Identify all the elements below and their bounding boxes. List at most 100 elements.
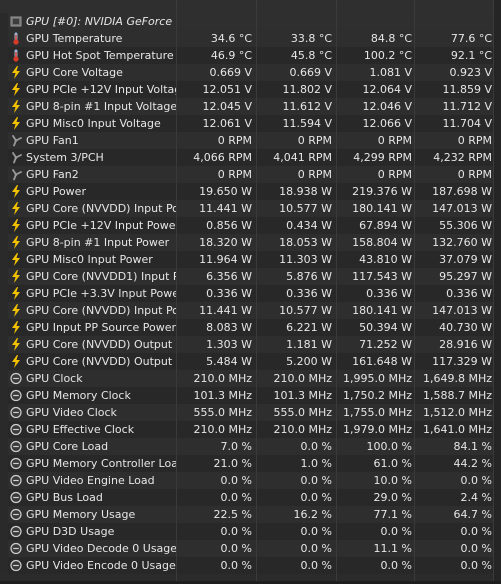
sensor-row[interactable]: GPU Core (NVVDD) Output P... 1.303 W 1.181…: [0, 336, 501, 353]
current-value: 6.356 W: [206, 270, 252, 283]
current-value: 4,066 RPM: [193, 151, 252, 164]
row-gutter: [0, 489, 8, 506]
column-divider: [414, 0, 415, 13]
sensor-row[interactable]: GPU 8-pin #1 Input Voltage 12.045 V 11.612…: [0, 98, 501, 115]
sensor-label: GPU Memory Controller Load: [26, 457, 176, 470]
average-value: 0.0 %: [460, 525, 492, 538]
sensor-label: GPU PCIe +3.3V Input Powe...: [26, 287, 176, 300]
sensor-group-header[interactable]: GPU [#0]: NVIDIA GeForce ...: [0, 13, 501, 30]
minimum-value: 0.0 %: [300, 491, 332, 504]
current-value: 0.856 W: [206, 219, 252, 232]
current-value: 0 RPM: [217, 168, 252, 181]
sensor-row[interactable]: GPU Effective Clock 210.0 MHz 210.0 MHz 1,9…: [0, 421, 501, 438]
current-value: 12.045 V: [202, 100, 252, 113]
row-gutter: [0, 370, 8, 387]
sensor-row[interactable]: GPU Core (NVVDD) Input Po... 11.441 W 10.5…: [0, 200, 501, 217]
sensor-label: GPU Effective Clock: [26, 423, 135, 436]
minimum-value: 0.669 V: [289, 66, 332, 79]
sensor-label: GPU Core (NVVDD) Input Po...: [26, 202, 176, 215]
sensor-row[interactable]: GPU Memory Controller Load 21.0 % 1.0 % 61.…: [0, 455, 501, 472]
sensor-row[interactable]: GPU Video Decode 0 Usage 0.0 % 0.0 % 11.1 %…: [0, 540, 501, 557]
maximum-value: 12.046 V: [362, 100, 412, 113]
column-divider: [336, 13, 337, 584]
sensor-grid: GPU [#0]: NVIDIA GeForce ... GPU Tempera…: [0, 13, 501, 574]
row-gutter: [0, 64, 8, 81]
average-value: 4,232 RPM: [433, 151, 492, 164]
maximum-value: 1,750.2 MHz: [342, 389, 412, 402]
sensor-row[interactable]: GPU Core (NVVDD) Output P... 5.484 W 5.200…: [0, 353, 501, 370]
sensor-row[interactable]: GPU Video Clock 555.0 MHz 555.0 MHz 1,755.0…: [0, 404, 501, 421]
sensor-row[interactable]: GPU Video Encode 0 Usage 0.0 % 0.0 % 0.0 % 0…: [0, 557, 501, 574]
sensor-label: GPU Core Load: [26, 440, 109, 453]
sensor-label: GPU Misc0 Input Power: [26, 253, 153, 266]
current-value: 101.3 MHz: [193, 389, 252, 402]
clock-icon: [10, 559, 22, 572]
sensor-row[interactable]: GPU Core Load 7.0 % 0.0 % 100.0 % 84.1 %: [0, 438, 501, 455]
sensor-row[interactable]: GPU Video Engine Load 0.0 % 0.0 % 10.0 % 0.0…: [0, 472, 501, 489]
row-gutter: [0, 523, 8, 540]
current-value: 12.061 V: [202, 117, 252, 130]
column-divider: [256, 0, 257, 13]
sensor-row[interactable]: GPU PCIe +12V Input Power 0.856 W 0.434 W 6…: [0, 217, 501, 234]
lightning-icon: [12, 185, 20, 198]
row-gutter: [0, 540, 8, 557]
sensor-row[interactable]: GPU Memory Clock 101.3 MHz 101.3 MHz 1,750.…: [0, 387, 501, 404]
current-value: 1.303 W: [206, 338, 252, 351]
minimum-value: 18.053 W: [279, 236, 332, 249]
minimum-value: 1.0 %: [300, 457, 332, 470]
fan-icon: [12, 152, 22, 164]
sensor-label: GPU Core (NVVDD) Input Po...: [26, 304, 176, 317]
minimum-value: 33.8 °C: [290, 32, 332, 45]
sensor-row[interactable]: GPU Core (NVVDD) Input Po... 11.441 W 10.5…: [0, 302, 501, 319]
lightning-icon: [12, 117, 20, 130]
sensor-row[interactable]: GPU Temperature 34.6 °C 33.8 °C 84.8 °C 77.6…: [0, 30, 501, 47]
average-value: 77.6 °C: [450, 32, 492, 45]
maximum-value: 158.804 W: [352, 236, 412, 249]
average-value: 1,588.7 MHz: [422, 389, 492, 402]
sensor-row[interactable]: GPU Core Voltage 0.669 V 0.669 V 1.081 V 0.9…: [0, 64, 501, 81]
sensor-row[interactable]: GPU Memory Usage 22.5 % 16.2 % 77.1 % 64.7 %: [0, 506, 501, 523]
minimum-value: 11.594 V: [282, 117, 332, 130]
sensor-row[interactable]: GPU Clock 210.0 MHz 210.0 MHz 1,995.0 MHz 1,…: [0, 370, 501, 387]
sensor-row[interactable]: System 3/PCH 4,066 RPM 4,041 RPM 4,299 RPM 4…: [0, 149, 501, 166]
sensor-row[interactable]: GPU Fan2 0 RPM 0 RPM 0 RPM 0 RPM: [0, 166, 501, 183]
average-value: 11.704 V: [442, 117, 492, 130]
row-gutter: [0, 149, 8, 166]
row-gutter: [0, 13, 8, 30]
sensor-row[interactable]: GPU PCIe +3.3V Input Powe... 0.336 W 0.336…: [0, 285, 501, 302]
maximum-value: 4,299 RPM: [353, 151, 412, 164]
sensor-row[interactable]: GPU Power 19.650 W 18.938 W 219.376 W 187.69…: [0, 183, 501, 200]
row-gutter: [0, 404, 8, 421]
sensor-row[interactable]: GPU Hot Spot Temperature 46.9 °C 45.8 °C 10…: [0, 47, 501, 64]
sensor-row[interactable]: GPU Bus Load 0.0 % 0.0 % 29.0 % 2.4 %: [0, 489, 501, 506]
average-value: 40.730 W: [439, 321, 492, 334]
maximum-value: 11.1 %: [373, 542, 412, 555]
sensor-row[interactable]: GPU Misc0 Input Voltage 12.061 V 11.594 V 1…: [0, 115, 501, 132]
row-gutter: [0, 336, 8, 353]
maximum-value: 61.0 %: [373, 457, 412, 470]
sensor-row[interactable]: GPU Fan1 0 RPM 0 RPM 0 RPM 0 RPM: [0, 132, 501, 149]
sensor-label: GPU Temperature: [26, 32, 123, 45]
fan-icon: [12, 135, 22, 147]
column-divider: [176, 13, 177, 584]
thermometer-icon: [13, 32, 19, 45]
sensor-row[interactable]: GPU Core (NVVDD1) Input P... 6.356 W 5.876…: [0, 268, 501, 285]
sensor-row[interactable]: GPU 8-pin #1 Input Power 18.320 W 18.053 W…: [0, 234, 501, 251]
row-gutter: [0, 115, 8, 132]
vertical-scrollbar[interactable]: [494, 0, 501, 584]
current-value: 11.441 W: [199, 304, 252, 317]
lightning-icon: [12, 253, 20, 266]
sensor-label: GPU Fan1: [26, 134, 79, 147]
sensor-row[interactable]: GPU Input PP Source Power ... 8.083 W 6.22…: [0, 319, 501, 336]
minimum-value: 210.0 MHz: [273, 372, 332, 385]
sensor-row[interactable]: GPU PCIe +12V Input Voltage 12.051 V 11.80…: [0, 81, 501, 98]
sensor-row[interactable]: GPU Misc0 Input Power 11.964 W 11.303 W 43.…: [0, 251, 501, 268]
current-value: 22.5 %: [213, 508, 252, 521]
sensor-label: GPU Core (NVVDD) Output P...: [26, 355, 176, 368]
average-value: 95.297 W: [439, 270, 492, 283]
minimum-value: 11.612 V: [282, 100, 332, 113]
maximum-value: 43.810 W: [359, 253, 412, 266]
sensor-row[interactable]: GPU D3D Usage 0.0 % 0.0 % 0.0 % 0.0 %: [0, 523, 501, 540]
lightning-icon: [12, 287, 20, 300]
minimum-value: 11.303 W: [279, 253, 332, 266]
